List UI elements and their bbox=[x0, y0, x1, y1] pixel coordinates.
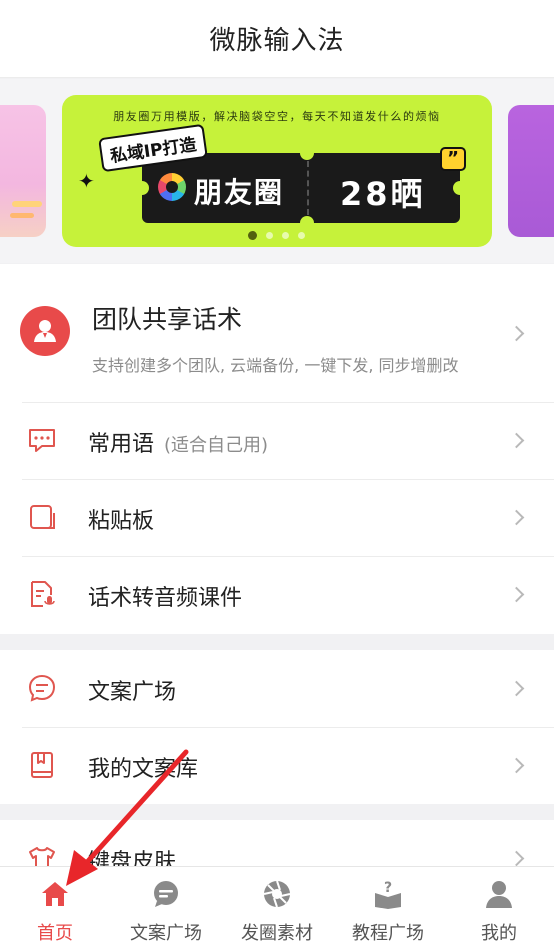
tab-label: 文案广场 bbox=[130, 923, 202, 944]
carousel-dot[interactable] bbox=[298, 232, 305, 239]
copywriting-card: 文案广场 我的文案库 bbox=[0, 650, 554, 804]
chevron-right-icon bbox=[508, 850, 525, 867]
carousel-dot[interactable] bbox=[282, 232, 289, 239]
team-subtitle: 支持创建多个团队, 云端备份, 一键下发, 同步增删改 bbox=[92, 356, 459, 375]
menu-item-label: 常用语 (适合自己用) bbox=[88, 432, 269, 457]
chevron-right-icon bbox=[508, 432, 525, 449]
chevron-right-icon bbox=[508, 509, 525, 526]
menu-item-copywriting-square[interactable]: 文案广场 bbox=[0, 650, 554, 727]
carousel-pagination bbox=[248, 231, 305, 240]
menu-item-audio-courseware[interactable]: 话术转音频课件 bbox=[0, 556, 554, 633]
tab-tutorial-square[interactable]: ? 教程广场 bbox=[333, 867, 443, 951]
chevron-right-icon bbox=[508, 586, 525, 603]
sparkle-icon: ✦ bbox=[78, 169, 95, 193]
banner-ticket-number: 28晒 bbox=[340, 175, 426, 213]
chevron-right-icon bbox=[508, 680, 525, 697]
menu-item-my-copy-library[interactable]: 我的文案库 bbox=[0, 727, 554, 804]
home-icon bbox=[42, 882, 68, 906]
chat-bubble-icon bbox=[29, 429, 55, 452]
carousel-dot-active[interactable] bbox=[248, 231, 257, 240]
tab-label: 我的 bbox=[481, 923, 517, 944]
banner-previous-slide[interactable] bbox=[0, 105, 46, 237]
menu-item-label: 粘贴板 bbox=[88, 509, 155, 534]
tutorial-book-icon: ? bbox=[375, 880, 401, 909]
chevron-right-icon bbox=[508, 325, 525, 342]
svg-text:?: ? bbox=[384, 880, 392, 896]
menu-item-label: 文案广场 bbox=[88, 680, 177, 705]
tab-post-materials[interactable]: 发圈素材 bbox=[222, 867, 332, 951]
aperture-icon bbox=[263, 880, 291, 908]
audio-file-icon bbox=[31, 581, 55, 607]
banner-next-slide[interactable] bbox=[508, 105, 554, 237]
carousel-dot[interactable] bbox=[266, 232, 273, 239]
banner-slide[interactable]: 朋友圈万用模版，解决脑袋空空，每天不知道发什么的烦恼 朋友圈 28晒 私域IP打… bbox=[62, 95, 492, 247]
moments-logo-icon bbox=[158, 173, 186, 201]
team-title: 团队共享话术 bbox=[92, 305, 243, 334]
main-menu-card: 团队共享话术 支持创建多个团队, 云端备份, 一键下发, 同步增删改 常用语 (适… bbox=[0, 264, 554, 634]
bottom-tab-bar: 首页 文案广场 发圈素材 ? 教程广场 我的 bbox=[0, 866, 554, 951]
copywriting-tab-icon bbox=[154, 881, 178, 907]
menu-item-label: 话术转音频课件 bbox=[88, 586, 243, 611]
menu-item-hint: (适合自己用) bbox=[164, 435, 269, 456]
tab-label: 发圈素材 bbox=[241, 923, 313, 944]
tab-mine[interactable]: 我的 bbox=[444, 867, 554, 951]
banner-ticket-text: 朋友圈 bbox=[194, 176, 285, 209]
page-title: 微脉输入法 bbox=[209, 26, 345, 56]
profile-icon bbox=[486, 881, 512, 908]
menu-item-label: 我的文案库 bbox=[88, 757, 199, 782]
book-icon bbox=[31, 752, 53, 778]
tab-home[interactable]: 首页 bbox=[0, 867, 110, 951]
copywriting-icon bbox=[28, 674, 56, 702]
tab-label: 首页 bbox=[37, 923, 73, 944]
team-shared-scripts-item[interactable]: 团队共享话术 支持创建多个团队, 云端备份, 一键下发, 同步增删改 bbox=[0, 264, 554, 402]
menu-item-clipboard[interactable]: 粘贴板 bbox=[0, 479, 554, 556]
tab-copywriting-square[interactable]: 文案广场 bbox=[111, 867, 221, 951]
banner-tagline: 朋友圈万用模版，解决脑袋空空，每天不知道发什么的烦恼 bbox=[113, 110, 441, 123]
chevron-right-icon bbox=[508, 757, 525, 774]
clipboard-icon bbox=[30, 505, 55, 529]
title-bar: 微脉输入法 bbox=[0, 0, 554, 78]
team-avatar-icon bbox=[20, 306, 70, 356]
menu-item-common-phrases[interactable]: 常用语 (适合自己用) bbox=[0, 402, 554, 479]
quote-icon: ” bbox=[440, 147, 466, 171]
banner-ticket: 朋友圈 28晒 bbox=[135, 146, 467, 230]
banner-carousel[interactable]: 朋友圈万用模版，解决脑袋空空，每天不知道发什么的烦恼 朋友圈 28晒 私域IP打… bbox=[0, 79, 554, 263]
tab-label: 教程广场 bbox=[352, 923, 424, 944]
